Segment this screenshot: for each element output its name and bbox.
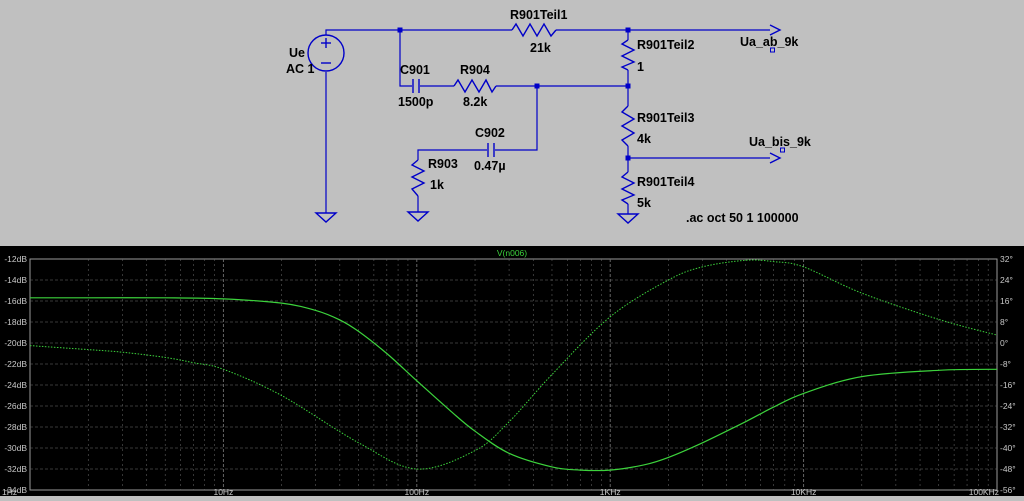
net-label-ua-ab-9k[interactable]: Ua_ab_9k [740,35,798,49]
y-tick-right: -48° [1000,464,1016,474]
capacitor-c902[interactable] [487,143,495,157]
phase-trace[interactable] [29,259,998,470]
label-r901teil2: R901Teil2 [637,38,694,52]
source-name: Ue [289,46,305,60]
schematic-canvas[interactable]: Ue AC 1 R901Teil1 21k R901Teil2 1 C901 1… [0,0,1024,246]
bode-plot[interactable]: V(n006) -12dB 32° -14dB 24° -16dB 16° -18dB 8° -… [0,246,1024,497]
value-r901teil4: 5k [637,196,651,210]
y-tick-right: 8° [1000,317,1008,327]
ground-symbol [406,211,430,222]
y-tick-left: -32dB [4,464,27,474]
label-r901teil1: R901Teil1 [510,8,567,22]
x-tick: 10KHz [791,487,817,496]
resistor-r903[interactable] [410,159,426,197]
y-tick-right: -40° [1000,443,1016,453]
y-tick-right: -24° [1000,401,1016,411]
trace-title[interactable]: V(n006) [497,248,527,258]
y-tick-left: -24dB [4,380,27,390]
y-tick-right: 0° [1000,338,1008,348]
y-tick-right: -16° [1000,380,1016,390]
y-tick-left: -18dB [4,317,27,327]
value-r901teil3: 4k [637,132,651,146]
value-r904: 8.2k [463,95,487,109]
output-arrow-ua-bis-9k [769,152,782,164]
resistor-r901teil3[interactable] [620,105,636,147]
value-r901teil2: 1 [637,60,644,74]
junction-dots [397,27,631,161]
resistor-r901teil2[interactable] [620,39,636,71]
capacitor-c901[interactable] [412,79,420,93]
x-tick: 100Hz [405,487,430,496]
y-tick-left: -16dB [4,296,27,306]
y-tick-left: -28dB [4,422,27,432]
label-r903: R903 [428,157,458,171]
waveform-viewer[interactable]: V(n006) -12dB 32° -14dB 24° -16dB 16° -18dB 8° -… [0,246,1024,497]
x-tick: 100KHz [969,487,999,496]
value-c902: 0.47µ [474,159,506,173]
net-label-ua-bis-9k[interactable]: Ua_bis_9k [749,135,811,149]
label-c902: C902 [475,126,505,140]
schematic-pane: Ue AC 1 R901Teil1 21k R901Teil2 1 C901 1… [0,0,1024,246]
label-c901: C901 [400,63,430,77]
y-tick-right: -56° [1000,485,1016,495]
y-tick-left: -20dB [4,338,27,348]
x-tick: 1Hz [2,487,17,496]
y-tick-left: -14dB [4,275,27,285]
y-tick-left: -26dB [4,401,27,411]
y-tick-left: -12dB [4,254,27,264]
y-tick-right: 16° [1000,296,1013,306]
y-tick-left: -30dB [4,443,27,453]
value-c901: 1500p [398,95,434,109]
value-r901teil1: 21k [530,41,551,55]
ground-symbol [314,212,338,223]
source-value: AC 1 [286,62,315,76]
x-tick: 10Hz [213,487,233,496]
y-tick-left: -22dB [4,359,27,369]
resistor-r901teil1[interactable] [511,22,557,38]
resistor-r904[interactable] [453,78,497,94]
label-r901teil3: R901Teil3 [637,111,694,125]
wires [325,29,770,214]
y-tick-right: -8° [1000,359,1011,369]
ground-symbol [616,213,640,224]
y-tick-right: 24° [1000,275,1013,285]
output-arrow-ua-ab-9k [769,24,782,36]
spice-directive[interactable]: .ac oct 50 1 100000 [686,211,799,225]
y-tick-right: -32° [1000,422,1016,432]
resistor-r901teil4[interactable] [620,171,636,205]
x-tick: 1KHz [600,487,621,496]
magnitude-trace[interactable] [29,297,998,472]
label-r901teil4: R901Teil4 [637,175,694,189]
value-r903: 1k [430,178,444,192]
label-r904: R904 [460,63,490,77]
y-tick-right: 32° [1000,254,1013,264]
